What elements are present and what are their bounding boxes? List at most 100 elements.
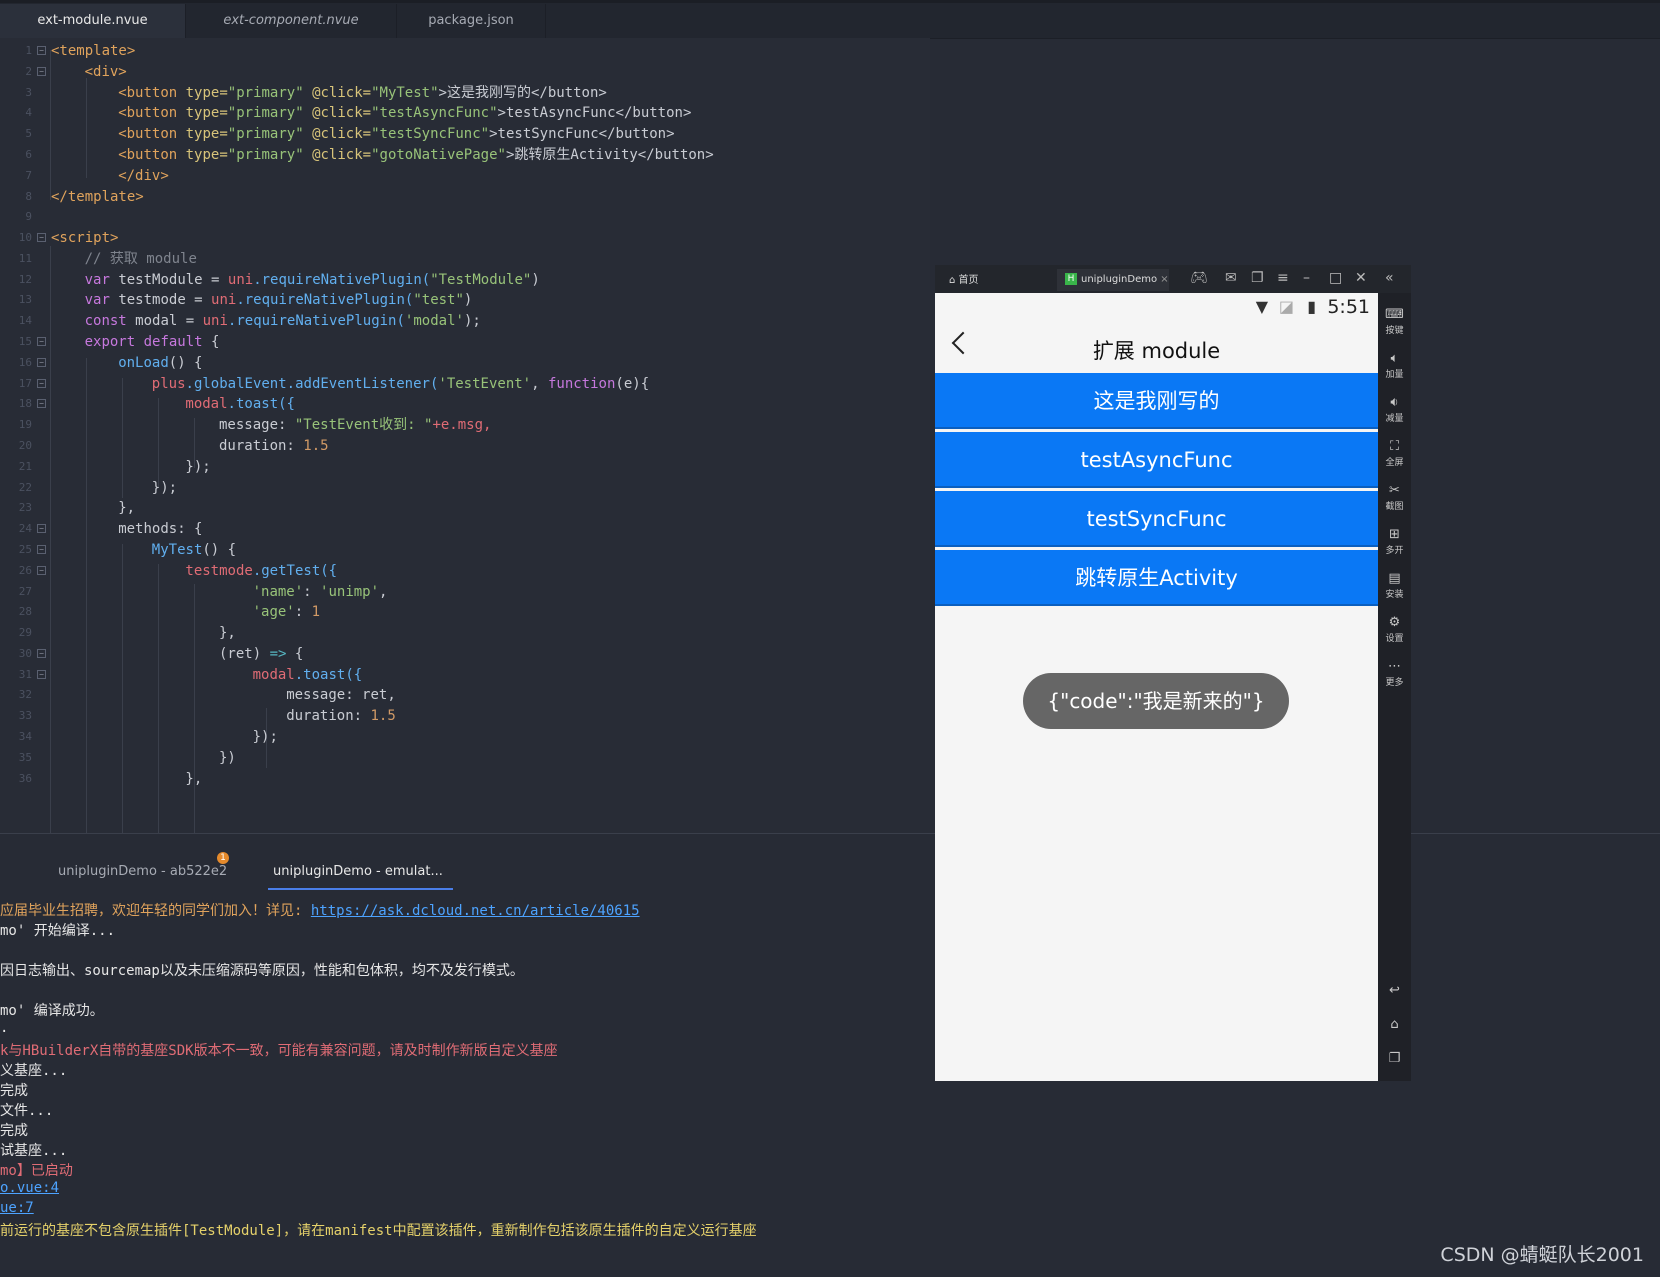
code-token: () {: [168, 354, 203, 371]
log-source-link[interactable]: ue:7: [0, 1200, 34, 1216]
line-number: 33: [18, 709, 32, 723]
close-tab-icon[interactable]: ×: [1160, 274, 1168, 285]
code-token: testModule =: [118, 271, 228, 288]
code-token: 'modal': [404, 313, 464, 330]
code-editor[interactable]: 1− <template> 2− <div> 3 <button type="primar…: [0, 38, 930, 833]
fold-toggle-icon[interactable]: −: [37, 544, 46, 554]
menu-icon[interactable]: ≡: [1277, 270, 1289, 286]
no-sim-icon: ◪: [1278, 297, 1294, 316]
line-number: 12: [18, 272, 32, 286]
log-line: mo' 开始编译...: [0, 923, 116, 939]
code-token: =>: [269, 645, 287, 662]
line-number: 30: [18, 646, 32, 660]
code-token: .toast({: [294, 666, 363, 683]
nav-back-button[interactable]: ↩: [1378, 983, 1411, 998]
sidebar-screenshot[interactable]: ✂ 截图: [1378, 483, 1411, 512]
code-text: message: ret,: [286, 684, 396, 706]
fold-toggle-icon[interactable]: −: [37, 337, 46, 347]
recents-icon: ❐: [1388, 1051, 1401, 1066]
tab-ext-component[interactable]: ext-component.nvue: [186, 4, 397, 38]
fold-toggle-icon[interactable]: −: [37, 565, 46, 575]
code-token: },: [118, 500, 136, 517]
code-token: ,: [531, 375, 548, 392]
code-token: "primary": [227, 126, 313, 143]
goto-native-page-button[interactable]: 跳转原生Activity: [935, 550, 1378, 606]
log-line: 完成: [0, 1123, 28, 1139]
code-text: // 获取 module: [85, 248, 197, 270]
test-sync-func-button[interactable]: testSyncFunc: [935, 491, 1378, 547]
code-text: });: [152, 477, 177, 499]
article-link[interactable]: https://ask.dcloud.net.cn/article/40615: [311, 903, 640, 919]
sidebar-volume-up[interactable]: 🔈︎ 加量: [1378, 351, 1411, 380]
code-token: "primary": [227, 105, 313, 122]
sidebar-settings[interactable]: ⚙ 设置: [1378, 615, 1411, 644]
phone-screen[interactable]: ▼ ◪ ▮ 5:51 扩展 module 这是我刚写的 testAsyncFun…: [935, 293, 1378, 1081]
code-text: 'name': 'unimp',: [253, 581, 388, 603]
code-token: message: ret,: [286, 687, 396, 704]
code-text: });: [253, 726, 278, 748]
fold-toggle-icon[interactable]: −: [37, 233, 46, 243]
return-icon: ↩: [1389, 983, 1400, 998]
sidebar-multi-open[interactable]: ⊞ 多开: [1378, 527, 1411, 556]
sidebar-more[interactable]: ⋯ 更多: [1378, 659, 1411, 688]
line-number: 4: [25, 106, 32, 120]
sidebar-keys[interactable]: ⌨ 按键: [1378, 307, 1411, 336]
code-token: testmode: [185, 562, 253, 579]
apk-install-icon: ▤: [1388, 571, 1401, 586]
console-tab-emulator[interactable]: unipluginDemo - emulat...: [268, 856, 453, 890]
code-text: <button type="primary" @click="testSyncF…: [118, 123, 674, 145]
sidebar-volume-down[interactable]: 🔉︎ 减量: [1378, 395, 1411, 424]
console-tab-device[interactable]: unipluginDemo - ab522e2: [58, 856, 227, 888]
fold-toggle-icon[interactable]: −: [37, 357, 46, 367]
fold-toggle-icon[interactable]: −: [37, 648, 46, 658]
line-number: 34: [18, 730, 32, 744]
tab-package-json[interactable]: package.json: [397, 4, 546, 38]
code-token: "primary": [227, 146, 313, 163]
minimize-icon[interactable]: –: [1303, 270, 1310, 286]
fold-toggle-icon[interactable]: −: [37, 524, 46, 534]
volume-up-icon: 🔈︎: [1390, 351, 1399, 366]
fold-toggle-icon[interactable]: −: [37, 46, 46, 55]
code-token: modal =: [135, 313, 203, 330]
close-icon[interactable]: ✕: [1355, 270, 1367, 286]
home-icon: ⌂: [1390, 1017, 1399, 1032]
emulator-home-tab[interactable]: ⌂ 首页: [949, 271, 979, 286]
code-token: <script>: [51, 230, 119, 247]
fold-toggle-icon[interactable]: −: [37, 669, 46, 679]
fold-toggle-icon[interactable]: −: [37, 399, 46, 409]
fold-toggle-icon[interactable]: −: [37, 378, 46, 388]
code-token: type=: [185, 126, 228, 143]
line-number: 17: [18, 376, 32, 390]
code-token: const: [84, 313, 136, 330]
mail-icon[interactable]: ✉: [1225, 270, 1237, 286]
mytest-button[interactable]: 这是我刚写的: [935, 373, 1378, 429]
log-line: 义基座...: [0, 1063, 68, 1079]
collapse-icon[interactable]: «: [1385, 270, 1394, 286]
sidebar-fullscreen[interactable]: ⛶ 全屏: [1378, 439, 1411, 468]
fold-toggle-icon[interactable]: −: [37, 66, 46, 76]
code-token: methods: {: [118, 521, 203, 538]
code-token: 'name': [252, 583, 304, 600]
line-number: 27: [18, 584, 32, 598]
sidebar-install[interactable]: ▤ 安装: [1378, 571, 1411, 600]
maximize-icon[interactable]: □: [1329, 270, 1342, 286]
log-source-link[interactable]: o.vue:4: [0, 1180, 59, 1196]
log-line: 文件...: [0, 1103, 54, 1119]
tab-ext-module[interactable]: ext-module.nvue: [0, 4, 186, 38]
test-async-func-button[interactable]: testAsyncFunc: [935, 432, 1378, 488]
code-text: modal.toast({: [253, 664, 363, 686]
line-number: 5: [25, 127, 32, 141]
line-number: 26: [18, 563, 32, 577]
screen-icon[interactable]: ❐: [1251, 270, 1264, 286]
code-text: MyTest() {: [152, 539, 236, 561]
nav-home-button[interactable]: ⌂: [1378, 1017, 1411, 1032]
code-token: 1: [311, 604, 321, 621]
code-text: duration: 1.5: [219, 435, 329, 457]
code-token: {: [286, 645, 304, 662]
nav-recents-button[interactable]: ❐: [1378, 1051, 1411, 1066]
code-token: ): [463, 292, 473, 309]
emulator-app-tab[interactable]: HunipluginDemo ×: [1057, 269, 1169, 291]
code-token: @click=: [312, 84, 372, 101]
toast-message: {"code":"我是新来的"}: [1023, 673, 1289, 729]
gamepad-icon[interactable]: 🎮︎: [1190, 270, 1208, 286]
